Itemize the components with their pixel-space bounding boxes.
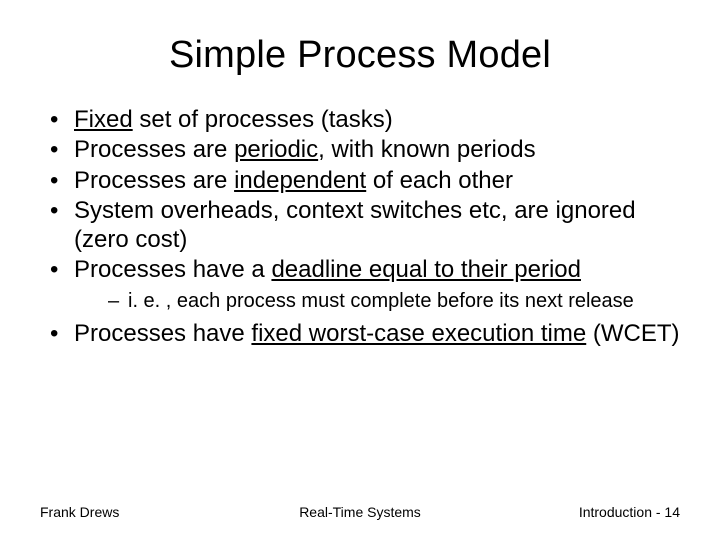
bullet-text: , with known periods (318, 136, 535, 163)
sub-bullet-item: i. e. , each process must complete befor… (74, 289, 680, 313)
bullet-item: Processes have a deadline equal to their… (44, 255, 680, 313)
bullet-item: System overheads, context switches etc, … (44, 196, 680, 255)
sub-bullet-list: i. e. , each process must complete befor… (74, 289, 680, 313)
underlined-text: fixed worst-case execution time (251, 320, 586, 347)
bullet-text: of each other (366, 167, 513, 194)
footer-author: Frank Drews (40, 504, 119, 520)
bullet-text: System overheads, context switches etc, … (74, 197, 636, 253)
bullet-text: set of processes (tasks) (133, 106, 393, 133)
bullet-text: Processes have (74, 320, 251, 347)
sub-bullet-text: i. e. , each process must complete befor… (128, 290, 634, 312)
bullet-item: Processes have fixed worst-case executio… (44, 319, 680, 348)
underlined-text: Fixed (74, 106, 133, 133)
bullet-item: Fixed set of processes (tasks) (44, 105, 680, 134)
bullet-list: Fixed set of processes (tasks) Processes… (44, 105, 680, 348)
underlined-text: independent (234, 167, 366, 194)
underlined-text: periodic (234, 136, 318, 163)
footer: Frank Drews Real-Time Systems Introducti… (40, 504, 680, 520)
bullet-item: Processes are periodic, with known perio… (44, 135, 680, 164)
bullet-item: Processes are independent of each other (44, 166, 680, 195)
bullet-text: Processes are (74, 136, 234, 163)
underlined-text: deadline equal to their period (271, 256, 581, 283)
slide-title: Simple Process Model (40, 34, 680, 77)
bullet-text: (WCET) (586, 320, 679, 347)
bullet-text: Processes are (74, 167, 234, 194)
slide: Simple Process Model Fixed set of proces… (0, 0, 720, 540)
footer-page: Introduction - 14 (579, 504, 680, 520)
bullet-text: Processes have a (74, 256, 271, 283)
